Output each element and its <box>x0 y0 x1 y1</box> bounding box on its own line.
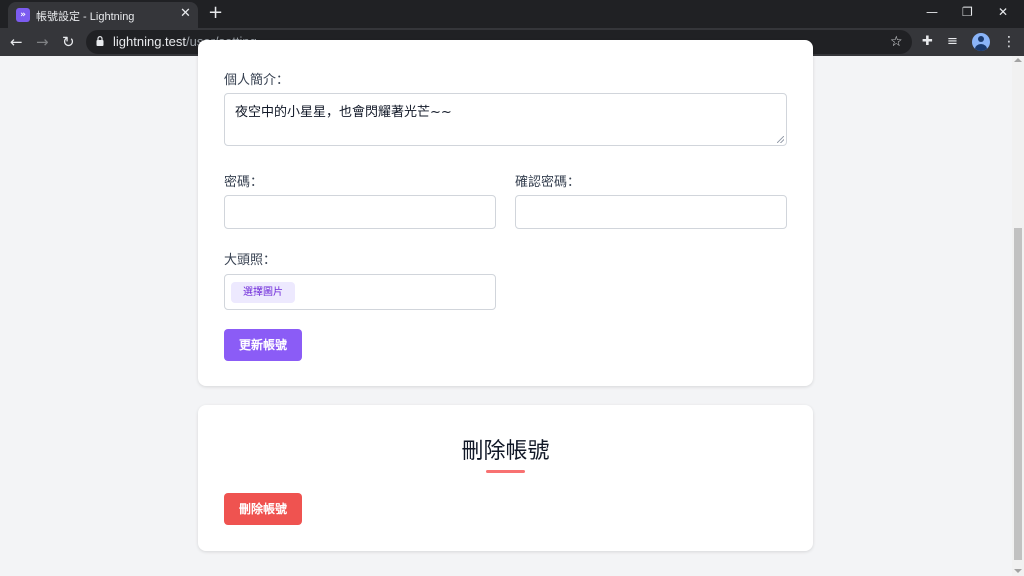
choose-image-button[interactable]: 選擇圖片 <box>231 282 295 303</box>
window-restore-button[interactable]: ❐ <box>962 4 973 20</box>
lock-icon <box>96 36 104 46</box>
forward-arrow-icon[interactable]: → <box>36 33 49 51</box>
avatar-label: 大頭照： <box>224 253 277 268</box>
password-label: 密碼： <box>224 175 264 190</box>
new-tab-button[interactable]: + <box>208 3 223 23</box>
bio-value: 夜空中的小星星，也會閃耀著光芒~~ <box>235 105 452 120</box>
browser-menu-icon[interactable]: ⋮ <box>1002 33 1016 51</box>
bio-label: 個人簡介： <box>224 73 290 88</box>
delete-section-title: 刪除帳號 <box>461 439 550 464</box>
scroll-up-arrow-icon[interactable] <box>1014 58 1022 62</box>
page-scrollbar[interactable] <box>1012 56 1024 576</box>
delete-account-button[interactable]: 刪除帳號 <box>224 493 303 525</box>
tab-title: 帳號設定 - Lightning <box>36 11 135 23</box>
lightning-favicon-icon: » <box>16 8 30 22</box>
confirm-password-input[interactable] <box>515 195 787 229</box>
extensions-puzzle-icon[interactable]: ✚ <box>922 34 933 50</box>
bookmark-star-icon[interactable]: ☆ <box>890 33 903 51</box>
update-account-button[interactable]: 更新帳號 <box>224 329 303 361</box>
browser-tab[interactable]: » 帳號設定 - Lightning ✕ <box>8 2 198 28</box>
delete-account-card: 刪除帳號 刪除帳號 <box>198 405 813 551</box>
resize-grip-icon[interactable] <box>777 136 784 143</box>
account-settings-card: 個人簡介： 夜空中的小星星，也會閃耀著光芒~~ 密碼： 確認密碼： 大頭照： 選… <box>198 40 813 386</box>
tab-close-icon[interactable]: ✕ <box>180 6 191 22</box>
back-arrow-icon[interactable]: ← <box>10 33 23 51</box>
avatar-file-input[interactable]: 選擇圖片 <box>224 274 496 310</box>
url-host: lightning.test <box>113 34 186 49</box>
scroll-thumb[interactable] <box>1014 228 1022 560</box>
window-minimize-button[interactable]: — <box>926 4 938 20</box>
password-input[interactable] <box>224 195 496 229</box>
bio-textarea[interactable]: 夜空中的小星星，也會閃耀著光芒~~ <box>224 93 787 146</box>
media-playlist-icon[interactable]: ≡ <box>947 34 958 50</box>
browser-tab-bar: » 帳號設定 - Lightning ✕ + — ❐ ✕ <box>0 0 1024 28</box>
title-underline <box>486 470 525 473</box>
window-close-button[interactable]: ✕ <box>998 4 1008 20</box>
confirm-password-label: 確認密碼： <box>515 175 581 190</box>
reload-icon[interactable]: ↻ <box>62 33 75 51</box>
scroll-down-arrow-icon[interactable] <box>1014 569 1022 573</box>
profile-avatar[interactable] <box>972 33 990 51</box>
